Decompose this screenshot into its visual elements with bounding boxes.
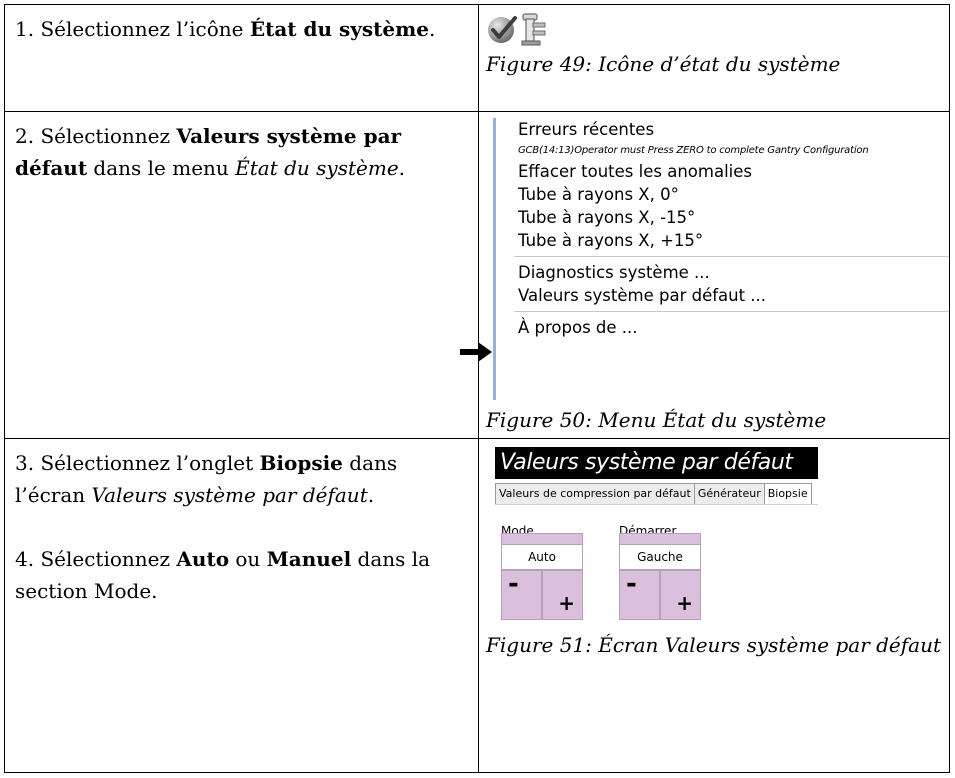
menu-item-recent-errors[interactable]: Erreurs récentes xyxy=(496,118,949,141)
mode-spinner: Auto - + xyxy=(501,533,583,620)
step-row-1: 1. Sélectionnez l’icône État du système. xyxy=(4,4,950,112)
step-italic: Valeurs système par défaut xyxy=(91,483,368,507)
mode-value: Auto xyxy=(501,545,583,570)
system-defaults-screen: Valeurs système par défaut Valeurs de co… xyxy=(495,447,825,622)
start-spinner: Gauche - + xyxy=(619,533,701,620)
check-icon[interactable] xyxy=(486,13,518,45)
step-emphasis: État du système xyxy=(249,17,429,41)
tab-compression-defaults[interactable]: Valeurs de compression par défaut xyxy=(495,483,695,505)
screen-title: Valeurs système par défaut xyxy=(495,447,818,479)
step-row-2: 2. Sélectionnez Valeurs système par défa… xyxy=(4,111,950,439)
mode-decrement-button[interactable]: - xyxy=(501,570,542,620)
step-text: ou xyxy=(229,547,267,571)
tab-bar: Valeurs de compression par défaut Généra… xyxy=(495,483,812,505)
step-emphasis: Biopsie xyxy=(259,451,343,475)
mode-spinner-header xyxy=(501,533,583,545)
tab-divider xyxy=(495,504,818,505)
step-italic: État du système xyxy=(235,156,399,180)
menu-item-error-message[interactable]: GCB(14:13)Operator must Press ZERO to co… xyxy=(496,141,949,160)
tab-generator[interactable]: Générateur xyxy=(693,483,765,505)
step-cell-1: 1. Sélectionnez l’icône État du système. xyxy=(4,4,479,112)
start-value: Gauche xyxy=(619,545,701,570)
step-4-text: 4. Sélectionnez Auto ou Manuel dans la s… xyxy=(5,511,478,607)
step-1-text: 1. Sélectionnez l’icône État du système. xyxy=(5,5,478,45)
step-text: . xyxy=(398,156,406,180)
start-decrement-button[interactable]: - xyxy=(619,570,660,620)
menu-item-diagnostics[interactable]: Diagnostics système ... xyxy=(496,261,949,284)
gantry-icon[interactable] xyxy=(520,12,548,46)
step-text: dans le menu xyxy=(87,156,236,180)
step-number: 4. xyxy=(15,547,35,571)
step-text: Sélectionnez l’icône xyxy=(34,17,250,41)
menu-item-about[interactable]: À propos de ... xyxy=(496,316,949,339)
step-cell-2: 2. Sélectionnez Valeurs système par défa… xyxy=(4,111,479,439)
procedure-document: 1. Sélectionnez l’icône État du système. xyxy=(4,4,950,773)
menu-item-tube-minus-15[interactable]: Tube à rayons X, -15° xyxy=(496,206,949,229)
menu-item-clear-faults[interactable]: Effacer toutes les anomalies xyxy=(496,160,949,183)
tab-biopsy[interactable]: Biopsie xyxy=(763,483,812,505)
step-text: . xyxy=(367,483,375,507)
figure-caption: Figure 49: Icône d’état du système xyxy=(486,52,841,76)
mode-increment-button[interactable]: + xyxy=(542,570,583,620)
step-2-text: 2. Sélectionnez Valeurs système par défa… xyxy=(5,112,478,184)
step-number: 1. xyxy=(15,17,35,41)
figure-cell-49: Figure 49: Icône d’état du système xyxy=(478,4,950,112)
system-status-menu: Erreurs récentes GCB(14:13)Operator must… xyxy=(460,118,949,400)
menu-item-tube-plus-15[interactable]: Tube à rayons X, +15° xyxy=(496,229,949,252)
step-cell-3: 3. Sélectionnez l’onglet Biopsie dans l’… xyxy=(4,438,479,773)
procedure-table: 1. Sélectionnez l’icône État du système. xyxy=(4,4,950,773)
step-row-3: 3. Sélectionnez l’onglet Biopsie dans l’… xyxy=(4,438,950,773)
step-number: 2. xyxy=(15,124,35,148)
menu-item-tube-0[interactable]: Tube à rayons X, 0° xyxy=(496,183,949,206)
figure-cell-50: Erreurs récentes GCB(14:13)Operator must… xyxy=(460,111,950,439)
step-text: Sélectionnez xyxy=(34,124,177,148)
start-spinner-header xyxy=(619,533,701,545)
figure-cell-51: Valeurs système par défaut Valeurs de co… xyxy=(478,438,950,773)
step-text: Sélectionnez l’onglet xyxy=(34,451,260,475)
figure-caption: Figure 50: Menu État du système xyxy=(486,408,827,432)
step-3-text: 3. Sélectionnez l’onglet Biopsie dans l’… xyxy=(5,439,478,511)
step-text: . xyxy=(428,17,436,41)
step-text: Sélectionnez xyxy=(34,547,177,571)
system-status-icons xyxy=(479,5,949,48)
menu-divider xyxy=(514,311,949,312)
menu-divider xyxy=(514,256,949,257)
step-emphasis: Manuel xyxy=(266,547,352,571)
step-number: 3. xyxy=(15,451,35,475)
menu-item-system-defaults[interactable]: Valeurs système par défaut ... xyxy=(496,284,949,307)
figure-caption: Figure 51: Écran Valeurs système par déf… xyxy=(486,633,941,657)
start-increment-button[interactable]: + xyxy=(660,570,701,620)
arrow-right-icon xyxy=(460,342,492,362)
step-emphasis: Auto xyxy=(176,547,230,571)
